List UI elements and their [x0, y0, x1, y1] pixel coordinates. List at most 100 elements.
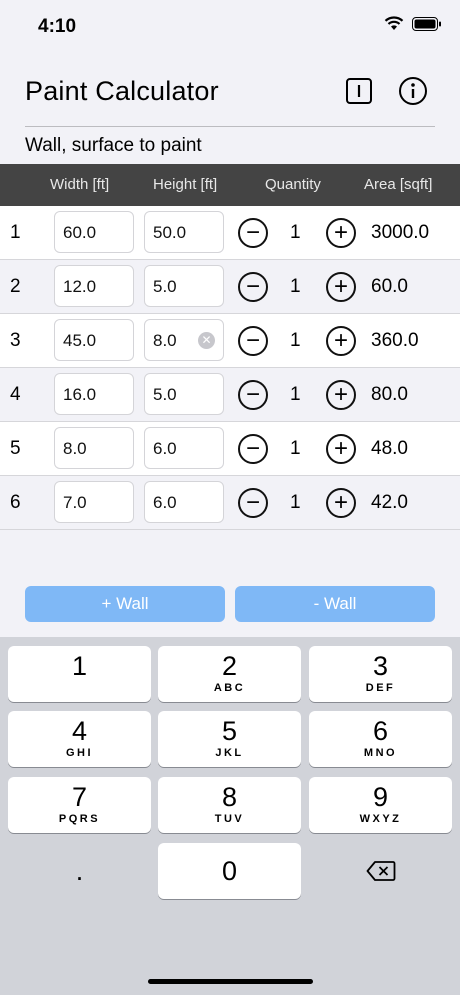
key-9[interactable]: 9 WXYZ — [309, 777, 452, 833]
increment-button[interactable]: + — [326, 488, 356, 518]
plus-icon: + — [333, 381, 348, 408]
decrement-button[interactable]: − — [238, 380, 268, 410]
area-value: 360.0 — [371, 330, 419, 351]
quantity-value: 1 — [290, 492, 301, 513]
width-field[interactable]: 60.0 — [54, 211, 134, 253]
table-header: Width [ft] Height [ft] Quantity Area [sq… — [0, 164, 460, 206]
table-row: 1 60.0 50.0 − 1 + 3000.0 — [0, 206, 460, 260]
decrement-button[interactable]: − — [238, 326, 268, 356]
navigation-bar: Paint Calculator — [0, 56, 460, 128]
height-field-value: 8.0 — [153, 331, 177, 350]
key-digit: 5 — [221, 716, 238, 746]
key-digit: 9 — [372, 782, 389, 812]
key-letters: JKL — [215, 747, 244, 759]
key-digit: 0 — [221, 856, 238, 886]
plus-icon: + — [333, 219, 348, 246]
minus-icon: − — [245, 435, 260, 462]
key-digit: 2 — [221, 651, 238, 681]
height-field[interactable]: 6.0 — [144, 427, 224, 469]
quantity-value: 1 — [290, 438, 301, 459]
info-icon — [399, 77, 427, 105]
key-4[interactable]: 4 GHI — [8, 711, 151, 767]
key-digit: 8 — [221, 782, 238, 812]
height-field[interactable]: 5.0 — [144, 373, 224, 415]
status-bar: 4:10 — [0, 0, 460, 56]
height-field[interactable]: 6.0 — [144, 481, 224, 523]
row-number: 1 — [10, 222, 21, 243]
decrement-button[interactable]: − — [238, 488, 268, 518]
home-indicator — [148, 979, 313, 984]
table-row: 4 16.0 5.0 − 1 + 80.0 — [0, 368, 460, 422]
width-field[interactable]: 16.0 — [54, 373, 134, 415]
clear-text-icon[interactable]: ✕ — [198, 332, 215, 349]
area-value: 48.0 — [371, 438, 408, 459]
increment-button[interactable]: + — [326, 326, 356, 356]
row-number: 4 — [10, 384, 21, 405]
table-row: 2 12.0 5.0 − 1 + 60.0 — [0, 260, 460, 314]
area-value: 42.0 — [371, 492, 408, 513]
column-header-height: Height [ft] — [153, 176, 218, 193]
page-title: Paint Calculator — [25, 76, 219, 106]
area-value: 3000.0 — [371, 222, 430, 243]
minus-icon: − — [245, 273, 260, 300]
increment-button[interactable]: + — [326, 272, 356, 302]
key-letters: GHI — [65, 747, 94, 759]
column-header-width: Width [ft] — [50, 176, 110, 193]
decrement-button[interactable]: − — [238, 434, 268, 464]
key-delete[interactable] — [309, 843, 452, 899]
column-header-quantity: Quantity — [265, 176, 321, 193]
key-1[interactable]: 1 — [8, 646, 151, 702]
key-7[interactable]: 7 PQRS — [8, 777, 151, 833]
width-field[interactable]: 12.0 — [54, 265, 134, 307]
key-0[interactable]: 0 — [158, 843, 301, 899]
increment-button[interactable]: + — [326, 218, 356, 248]
minus-icon: − — [245, 327, 260, 354]
wifi-icon — [384, 16, 404, 30]
key-5[interactable]: 5 JKL — [158, 711, 301, 767]
key-6[interactable]: 6 MNO — [309, 711, 452, 767]
minus-icon: − — [245, 489, 260, 516]
decrement-button[interactable]: − — [238, 218, 268, 248]
text-cursor-icon — [346, 78, 372, 104]
area-value: 60.0 — [371, 276, 408, 297]
plus-icon: + — [333, 273, 348, 300]
key-letters: PQRS — [58, 813, 101, 825]
quantity-value: 1 — [290, 222, 301, 243]
key-3[interactable]: 3 DEF — [309, 646, 452, 702]
key-8[interactable]: 8 TUV — [158, 777, 301, 833]
area-value: 80.0 — [371, 384, 408, 405]
key-digit: 7 — [71, 782, 88, 812]
key-letters: TUV — [214, 813, 245, 825]
add-wall-button[interactable]: + Wall — [25, 586, 225, 622]
plus-icon: + — [333, 327, 348, 354]
quantity-value: 1 — [290, 330, 301, 351]
plus-icon: + — [333, 489, 348, 516]
title-divider — [25, 126, 435, 127]
table-row: 6 7.0 6.0 − 1 + 42.0 — [0, 476, 460, 530]
info-button[interactable] — [396, 74, 430, 108]
battery-icon — [412, 16, 441, 31]
row-number: 6 — [10, 492, 21, 513]
table-row: 5 8.0 6.0 − 1 + 48.0 — [0, 422, 460, 476]
key-letters: MNO — [363, 747, 398, 759]
quantity-value: 1 — [290, 384, 301, 405]
width-field[interactable]: 8.0 — [54, 427, 134, 469]
increment-button[interactable]: + — [326, 434, 356, 464]
height-field[interactable]: 50.0 — [144, 211, 224, 253]
row-number: 3 — [10, 330, 21, 351]
width-field[interactable]: 7.0 — [54, 481, 134, 523]
key-letters: DEF — [365, 682, 396, 694]
remove-wall-button[interactable]: - Wall — [235, 586, 435, 622]
key-decimal[interactable]: . — [8, 843, 151, 899]
width-field[interactable]: 45.0 — [54, 319, 134, 361]
text-cursor-button[interactable] — [342, 74, 376, 108]
increment-button[interactable]: + — [326, 380, 356, 410]
key-2[interactable]: 2 ABC — [158, 646, 301, 702]
status-time: 4:10 — [38, 16, 77, 37]
key-digit: 3 — [372, 651, 389, 681]
height-field[interactable]: 8.0 ✕ — [144, 319, 224, 361]
numeric-keyboard: 1 2 ABC 3 DEF 4 GHI 5 JKL 6 MNO 7 PQRS 8… — [0, 637, 460, 995]
height-field[interactable]: 5.0 — [144, 265, 224, 307]
key-digit: 6 — [372, 716, 389, 746]
decrement-button[interactable]: − — [238, 272, 268, 302]
